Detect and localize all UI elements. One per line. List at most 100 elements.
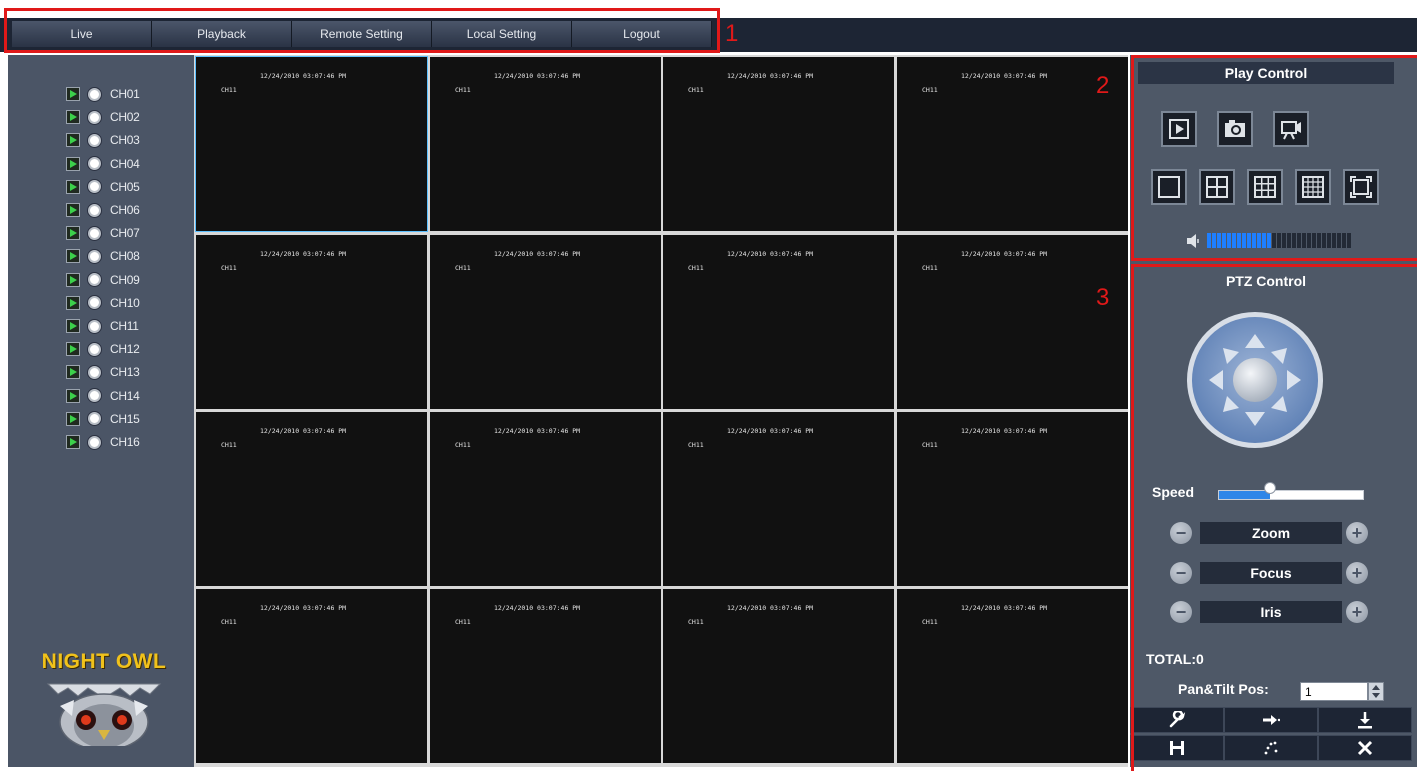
channel-row[interactable]: CH05 (66, 177, 140, 197)
download-preset-button[interactable] (1318, 707, 1412, 733)
channel-row[interactable]: CH04 (66, 154, 140, 174)
tile-datetime: 12/24/2010 03:07:46 PM (494, 72, 581, 80)
channel-select-radio[interactable] (88, 87, 101, 101)
video-tile[interactable]: 12/24/2010 03:07:46 PM CH11 (663, 57, 894, 231)
channel-play-icon[interactable] (66, 411, 80, 426)
focus-far-button[interactable]: + (1346, 562, 1368, 584)
channel-row[interactable]: CH02 (66, 107, 140, 127)
channel-row[interactable]: CH08 (66, 246, 140, 266)
channel-play-icon[interactable] (66, 435, 80, 449)
video-tile[interactable]: 12/24/2010 03:07:46 PM CH11 (430, 412, 661, 586)
video-tile[interactable]: 12/24/2010 03:07:46 PM CH11 (897, 235, 1128, 409)
channel-label: CH08 (110, 249, 140, 264)
channel-play-icon[interactable] (66, 226, 80, 241)
tile-channel: CH11 (221, 441, 237, 449)
channel-row[interactable]: CH09 (66, 270, 140, 290)
video-tile[interactable]: 12/24/2010 03:07:46 PM CH11 (897, 57, 1128, 231)
wrench-icon (1169, 711, 1186, 728)
channel-panel: CH01 CH02 CH03 CH04 CH05 CH06 CH07 CH08 CH09 CH10… (8, 55, 194, 767)
preset-setup-button[interactable] (1130, 707, 1224, 733)
channel-row[interactable]: CH10 (66, 293, 140, 313)
iris-close-button[interactable]: − (1170, 601, 1192, 623)
channel-row[interactable]: CH13 (66, 362, 140, 382)
tile-channel: CH11 (455, 86, 471, 94)
channel-select-radio[interactable] (88, 226, 101, 240)
iris-open-button[interactable]: + (1346, 601, 1368, 623)
channel-select-radio[interactable] (88, 180, 101, 194)
channel-select-radio[interactable] (88, 249, 101, 263)
speed-slider-thumb[interactable] (1264, 482, 1277, 494)
channel-play-icon[interactable] (66, 179, 80, 194)
dvr-client-window: Live Playback Remote Setting Local Setti… (0, 0, 1417, 771)
save-preset-button[interactable] (1130, 735, 1224, 761)
channel-play-icon[interactable] (66, 87, 80, 101)
channel-select-radio[interactable] (88, 435, 101, 449)
speed-slider-fill (1219, 491, 1271, 499)
tile-datetime: 12/24/2010 03:07:46 PM (727, 250, 814, 258)
channel-play-icon[interactable] (66, 388, 80, 403)
tile-datetime: 12/24/2010 03:07:46 PM (727, 427, 814, 435)
tile-channel: CH11 (688, 86, 704, 94)
cruise-button[interactable] (1224, 735, 1318, 761)
channel-row[interactable]: CH01 (66, 84, 140, 104)
ptz-direction-pad[interactable] (1185, 310, 1325, 450)
channel-play-icon[interactable] (66, 319, 80, 333)
channel-row[interactable]: CH06 (66, 200, 140, 220)
pan-tilt-pos-stepper[interactable] (1368, 682, 1384, 701)
zoom-out-button[interactable]: − (1170, 522, 1192, 544)
video-tile[interactable]: 12/24/2010 03:07:46 PM CH11 (663, 235, 894, 409)
channel-row[interactable]: CH11 (66, 316, 139, 336)
tile-channel: CH11 (922, 86, 938, 94)
channel-select-radio[interactable] (88, 273, 101, 287)
channel-play-icon[interactable] (66, 365, 80, 380)
channel-play-icon[interactable] (66, 342, 80, 357)
zoom-label: Zoom (1200, 522, 1342, 544)
tile-channel: CH11 (922, 264, 938, 272)
channel-select-radio[interactable] (88, 157, 101, 171)
channel-select-radio[interactable] (88, 110, 101, 124)
channel-play-icon[interactable] (66, 133, 80, 148)
video-tile[interactable]: 12/24/2010 03:07:46 PM CH11 (196, 235, 427, 409)
video-tile[interactable]: 12/24/2010 03:07:46 PM CH11 (195, 56, 428, 232)
video-tile[interactable]: 12/24/2010 03:07:46 PM CH11 (430, 57, 661, 231)
channel-row[interactable]: CH03 (66, 130, 140, 150)
channel-select-radio[interactable] (88, 342, 101, 356)
video-tile[interactable]: 12/24/2010 03:07:46 PM CH11 (663, 412, 894, 586)
logo-text: NIGHT OWL (41, 650, 167, 673)
video-tile[interactable]: 12/24/2010 03:07:46 PM CH11 (196, 589, 427, 763)
video-tile[interactable]: 12/24/2010 03:07:46 PM CH11 (430, 235, 661, 409)
zoom-in-button[interactable]: + (1346, 522, 1368, 544)
channel-select-radio[interactable] (88, 412, 101, 426)
video-tile[interactable]: 12/24/2010 03:07:46 PM CH11 (196, 412, 427, 586)
video-tile[interactable]: 12/24/2010 03:07:46 PM CH11 (897, 589, 1128, 763)
channel-select-radio[interactable] (88, 389, 101, 403)
channel-select-radio[interactable] (88, 296, 101, 310)
channel-row[interactable]: CH16 (66, 432, 140, 452)
channel-select-radio[interactable] (88, 133, 101, 147)
channel-row[interactable]: CH15 (66, 409, 140, 429)
channel-select-radio[interactable] (88, 319, 101, 333)
channel-row[interactable]: CH07 (66, 223, 140, 243)
channel-select-radio[interactable] (88, 365, 101, 379)
ptz-control-title: PTZ Control (1138, 270, 1394, 292)
channel-play-icon[interactable] (66, 249, 80, 264)
video-tile[interactable]: 12/24/2010 03:07:46 PM CH11 (897, 412, 1128, 586)
video-tile[interactable]: 12/24/2010 03:07:46 PM CH11 (430, 589, 661, 763)
pan-tilt-pos-input[interactable] (1300, 682, 1368, 701)
channel-select-radio[interactable] (88, 203, 101, 217)
tile-datetime: 12/24/2010 03:07:46 PM (494, 427, 581, 435)
delete-preset-button[interactable] (1318, 735, 1412, 761)
channel-row[interactable]: CH14 (66, 386, 140, 406)
video-tile[interactable]: 12/24/2010 03:07:46 PM CH11 (663, 589, 894, 763)
goto-preset-button[interactable] (1224, 707, 1318, 733)
channel-play-icon[interactable] (66, 295, 80, 310)
speed-slider[interactable] (1218, 482, 1364, 500)
channel-play-icon[interactable] (66, 203, 80, 217)
tile-datetime: 12/24/2010 03:07:46 PM (494, 604, 581, 612)
channel-play-icon[interactable] (66, 110, 80, 125)
ptz-center-button[interactable] (1233, 358, 1277, 402)
focus-near-button[interactable]: − (1170, 562, 1192, 584)
channel-play-icon[interactable] (66, 272, 80, 287)
channel-play-icon[interactable] (66, 156, 80, 171)
channel-row[interactable]: CH12 (66, 339, 140, 359)
